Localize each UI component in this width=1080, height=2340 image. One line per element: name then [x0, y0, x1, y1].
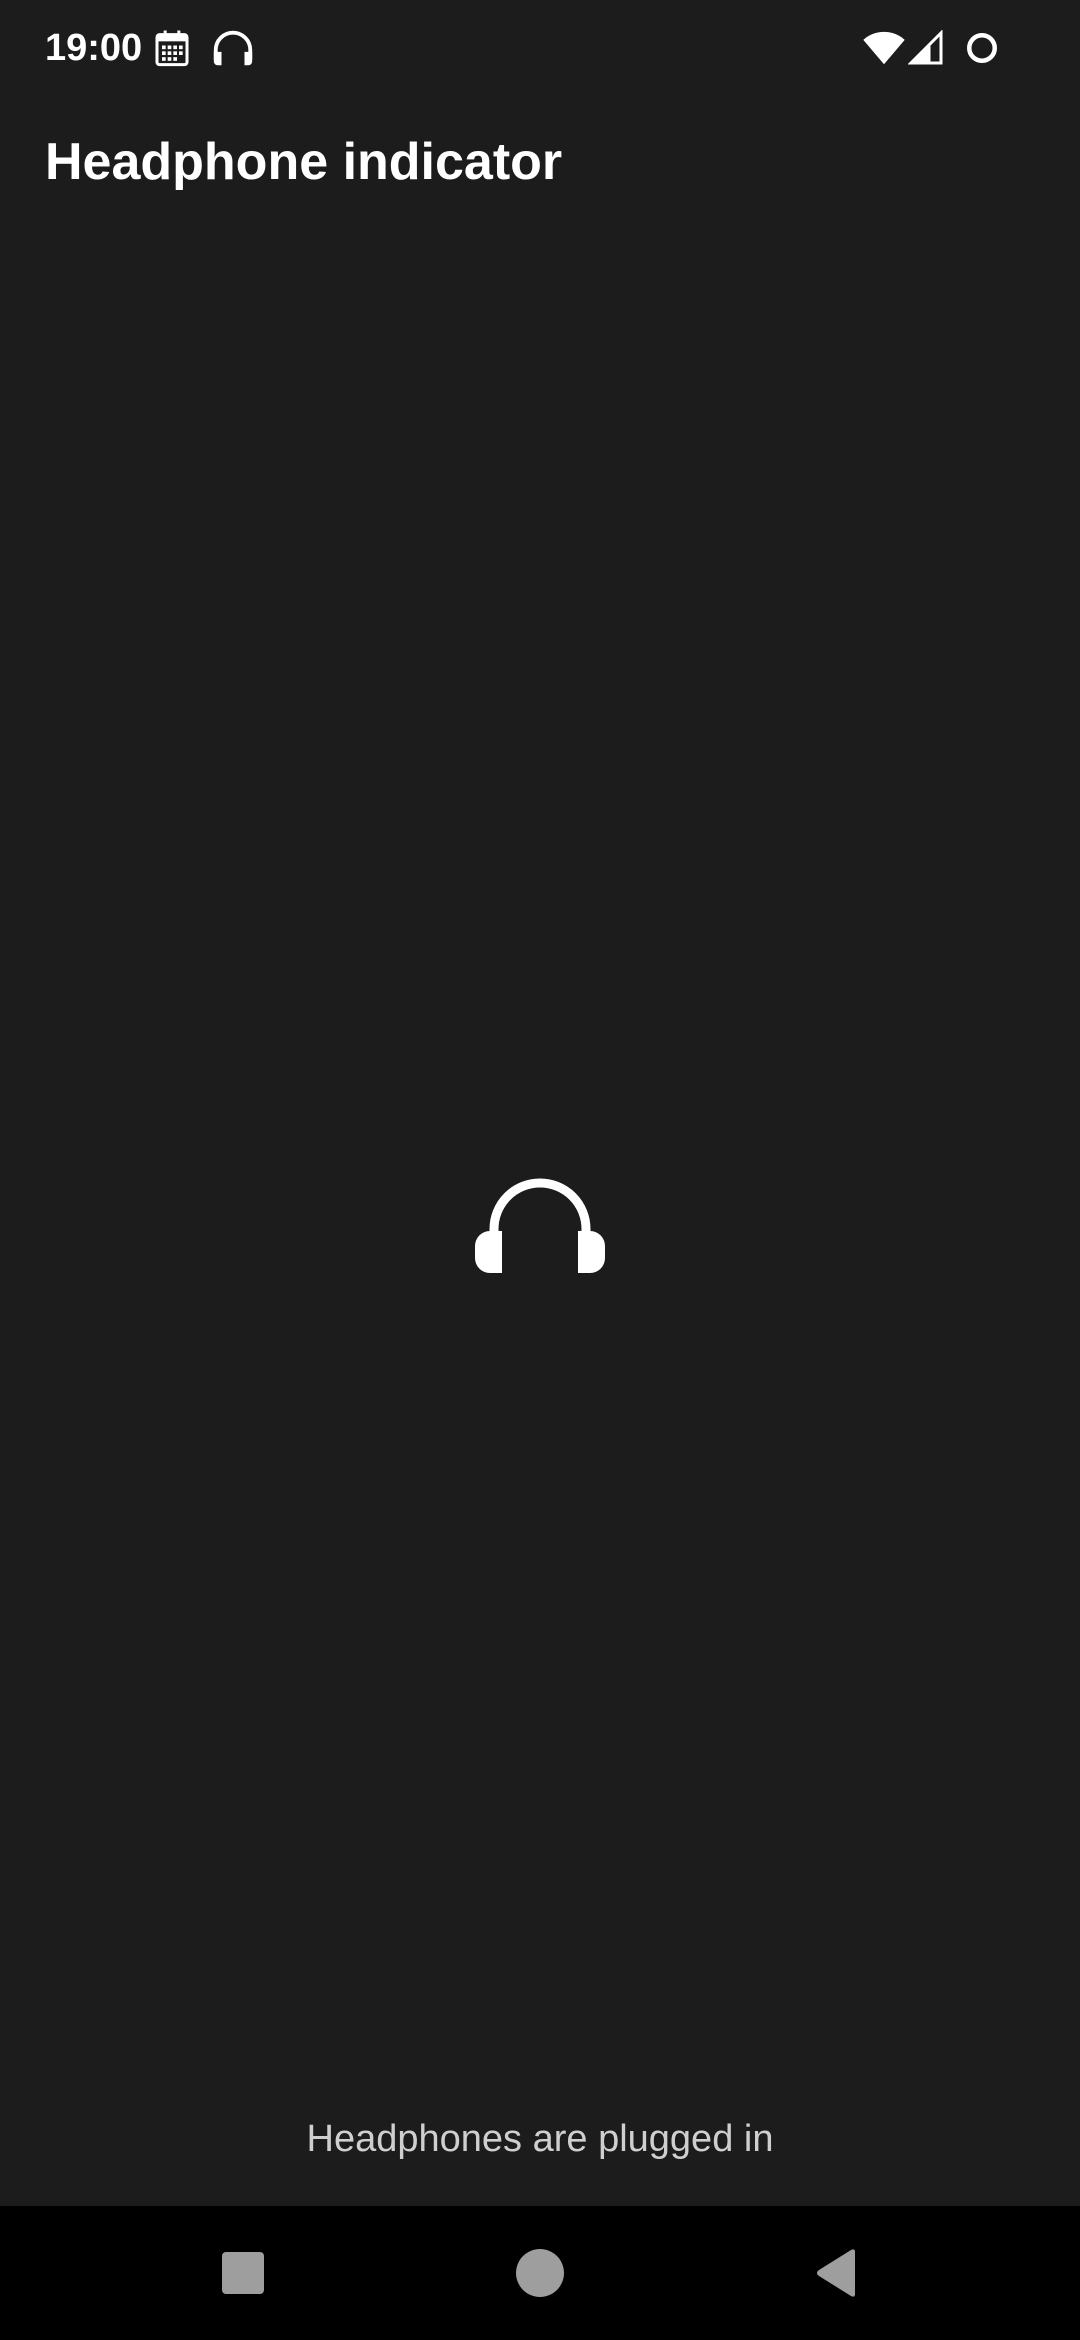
- app-title: Headphone indicator: [45, 133, 563, 191]
- status-message: Headphones are plugged in: [306, 2118, 774, 2160]
- recents-button[interactable]: [198, 2228, 288, 2318]
- calendar-icon: [155, 30, 189, 67]
- back-icon: [817, 2249, 855, 2297]
- home-icon: [516, 2249, 564, 2297]
- back-button[interactable]: [792, 2228, 882, 2318]
- status-bar: 19:00: [0, 0, 1080, 100]
- status-time: 19:00: [45, 27, 143, 69]
- cell-signal-icon: [908, 30, 943, 65]
- wifi-icon: [863, 31, 905, 65]
- battery-saver-icon: [967, 33, 997, 63]
- recents-icon: [222, 2252, 264, 2294]
- navigation-bar: [0, 2206, 1080, 2340]
- screen: 19:00 Headphone indicator Headphones are…: [0, 0, 1080, 2340]
- home-button[interactable]: [495, 2228, 585, 2318]
- headset-icon: [213, 30, 253, 66]
- headphones-icon: [475, 1178, 605, 1273]
